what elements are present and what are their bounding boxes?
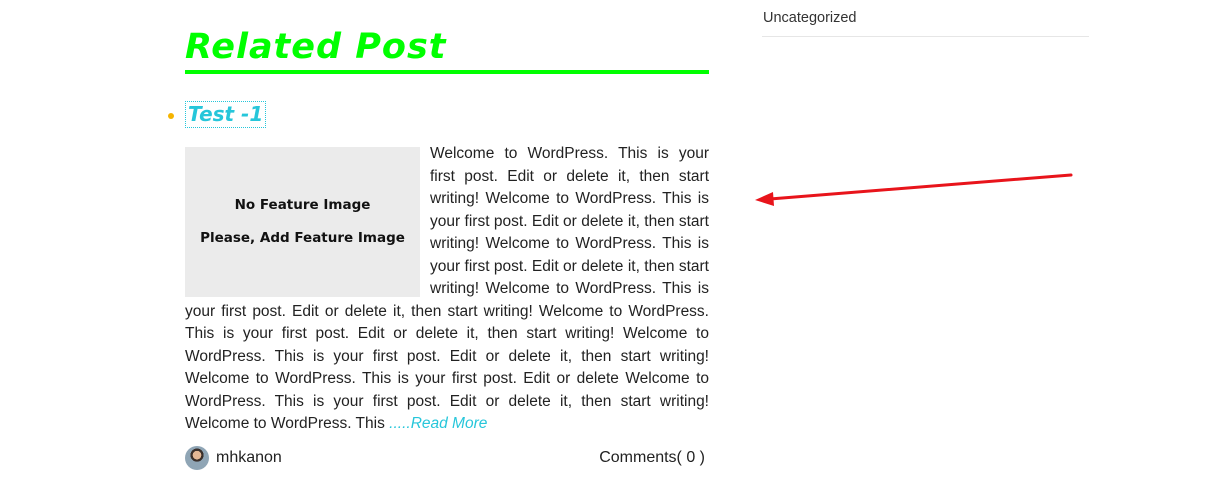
annotation-arrow-icon	[755, 173, 1073, 206]
